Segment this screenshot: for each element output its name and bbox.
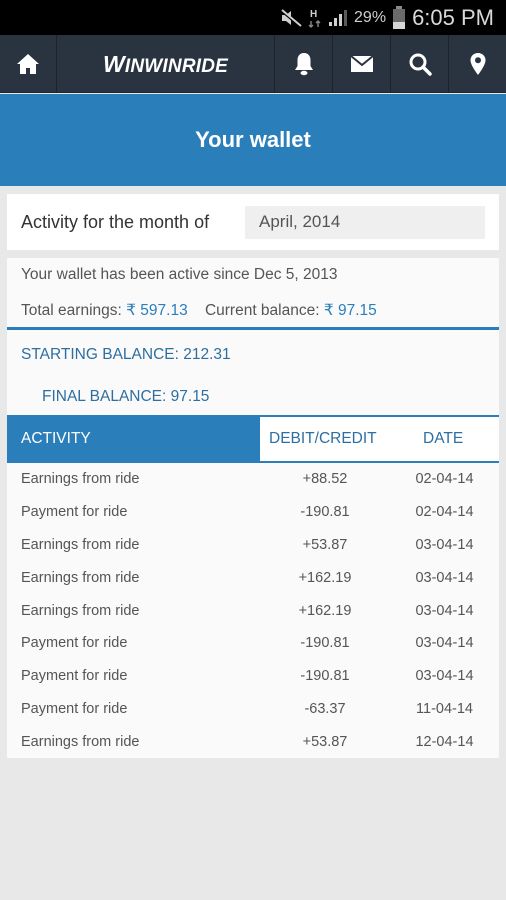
mail-icon — [349, 55, 374, 72]
row-date: 03-04-14 — [415, 569, 474, 586]
row-amount: +162.19 — [298, 569, 352, 586]
table-row: Payment for ride -63.37 11-04-14 — [7, 693, 499, 726]
table-row: Earnings from ride +88.52 02-04-14 — [7, 463, 499, 496]
top-navbar: WINWINRIDE — [0, 35, 506, 93]
starting-balance-label: STARTING BALANCE: — [21, 346, 179, 363]
clock: 6:05 PM — [412, 4, 494, 30]
total-earnings-label: Total earnings: — [21, 302, 122, 319]
row-date: 03-04-14 — [415, 635, 474, 652]
bell-icon — [294, 53, 313, 76]
row-date: 02-04-14 — [415, 504, 474, 521]
final-balance-value: 97.15 — [170, 388, 210, 405]
table-row: Earnings from ride +53.87 03-04-14 — [7, 529, 499, 562]
column-header-date[interactable]: DATE — [390, 417, 499, 461]
mute-icon — [280, 8, 302, 27]
month-select-value: April, 2014 — [259, 212, 341, 231]
row-date: 03-04-14 — [415, 602, 474, 619]
wallet-summary: Your wallet has been active since Dec 5,… — [7, 258, 499, 328]
row-amount: -190.81 — [300, 504, 350, 521]
row-activity: Earnings from ride — [21, 602, 140, 619]
row-date: 11-04-14 — [416, 700, 473, 717]
hspa-data-icon: H — [308, 7, 322, 29]
location-pin-icon — [470, 53, 485, 75]
signal-icon — [328, 9, 348, 27]
row-activity: Payment for ride — [21, 668, 128, 685]
svg-text:H: H — [310, 9, 317, 20]
month-selector-card: Activity for the month of April, 2014 — [7, 194, 499, 250]
starting-balance: STARTING BALANCE: 212.31 — [21, 346, 231, 364]
column-header-debit-credit[interactable]: DEBIT/CREDIT — [260, 417, 390, 461]
row-activity: Payment for ride — [21, 504, 128, 521]
battery-percent: 29% — [354, 8, 387, 26]
active-since-text: Your wallet has been active since Dec 5,… — [21, 266, 338, 283]
row-date: 12-04-14 — [415, 733, 474, 750]
home-icon — [17, 54, 39, 74]
table-row: Payment for ride -190.81 02-04-14 — [7, 496, 499, 529]
row-amount: -190.81 — [300, 668, 350, 685]
month-select[interactable]: April, 2014 — [245, 205, 485, 239]
table-row: Payment for ride -190.81 03-04-14 — [7, 627, 499, 660]
brand-text: WINWINRIDE — [102, 50, 229, 77]
status-bar: H 29% 6:05 PM — [0, 0, 506, 35]
row-activity: Earnings from ride — [21, 471, 140, 488]
page-header: Your wallet — [0, 94, 506, 186]
page-title: Your wallet — [195, 127, 311, 152]
earnings-balance-line: Total earnings: ₹ 597.13 Current balance… — [21, 301, 377, 320]
balance-card: STARTING BALANCE: 212.31 FINAL BALANCE: … — [7, 327, 499, 416]
home-button[interactable] — [0, 35, 57, 93]
search-icon — [409, 53, 432, 76]
table-row: Payment for ride -190.81 03-04-14 — [7, 660, 499, 693]
column-header-activity[interactable]: ACTIVITY — [7, 417, 260, 461]
row-amount: +162.19 — [298, 602, 352, 619]
battery-icon — [392, 5, 406, 30]
current-balance-label: Current balance: — [204, 302, 320, 319]
row-activity: Payment for ride — [21, 635, 128, 652]
final-balance-label: FINAL BALANCE: — [42, 388, 167, 405]
row-date: 03-04-14 — [415, 536, 474, 553]
location-button[interactable] — [449, 35, 506, 93]
activity-table-header: ACTIVITY DEBIT/CREDIT DATE — [7, 415, 499, 463]
row-activity: Earnings from ride — [21, 569, 140, 586]
total-earnings-value: ₹ 597.13 — [126, 302, 188, 319]
month-label: Activity for the month of — [21, 211, 210, 232]
row-date: 03-04-14 — [415, 668, 474, 685]
row-amount: +88.52 — [302, 471, 348, 488]
search-button[interactable] — [391, 35, 449, 93]
current-balance-value: ₹ 97.15 — [323, 302, 377, 319]
activity-table-body: Earnings from ride +88.52 02-04-14 Payme… — [7, 463, 499, 758]
row-date: 02-04-14 — [415, 471, 474, 488]
messages-button[interactable] — [333, 35, 391, 93]
starting-balance-value: 212.31 — [183, 346, 231, 363]
row-amount: -190.81 — [300, 635, 350, 652]
table-row: Earnings from ride +53.87 12-04-14 — [7, 725, 499, 758]
row-amount: +53.87 — [302, 733, 348, 750]
notifications-button[interactable] — [275, 35, 333, 93]
row-activity: Earnings from ride — [21, 733, 140, 750]
brand-logo[interactable]: WINWINRIDE — [57, 35, 275, 93]
row-amount: -63.37 — [304, 700, 346, 717]
table-row: Earnings from ride +162.19 03-04-14 — [7, 561, 499, 594]
row-activity: Earnings from ride — [21, 536, 140, 553]
table-row: Earnings from ride +162.19 03-04-14 — [7, 594, 499, 627]
row-activity: Payment for ride — [21, 700, 128, 717]
final-balance: FINAL BALANCE: 97.15 — [42, 388, 209, 406]
row-amount: +53.87 — [302, 536, 348, 553]
